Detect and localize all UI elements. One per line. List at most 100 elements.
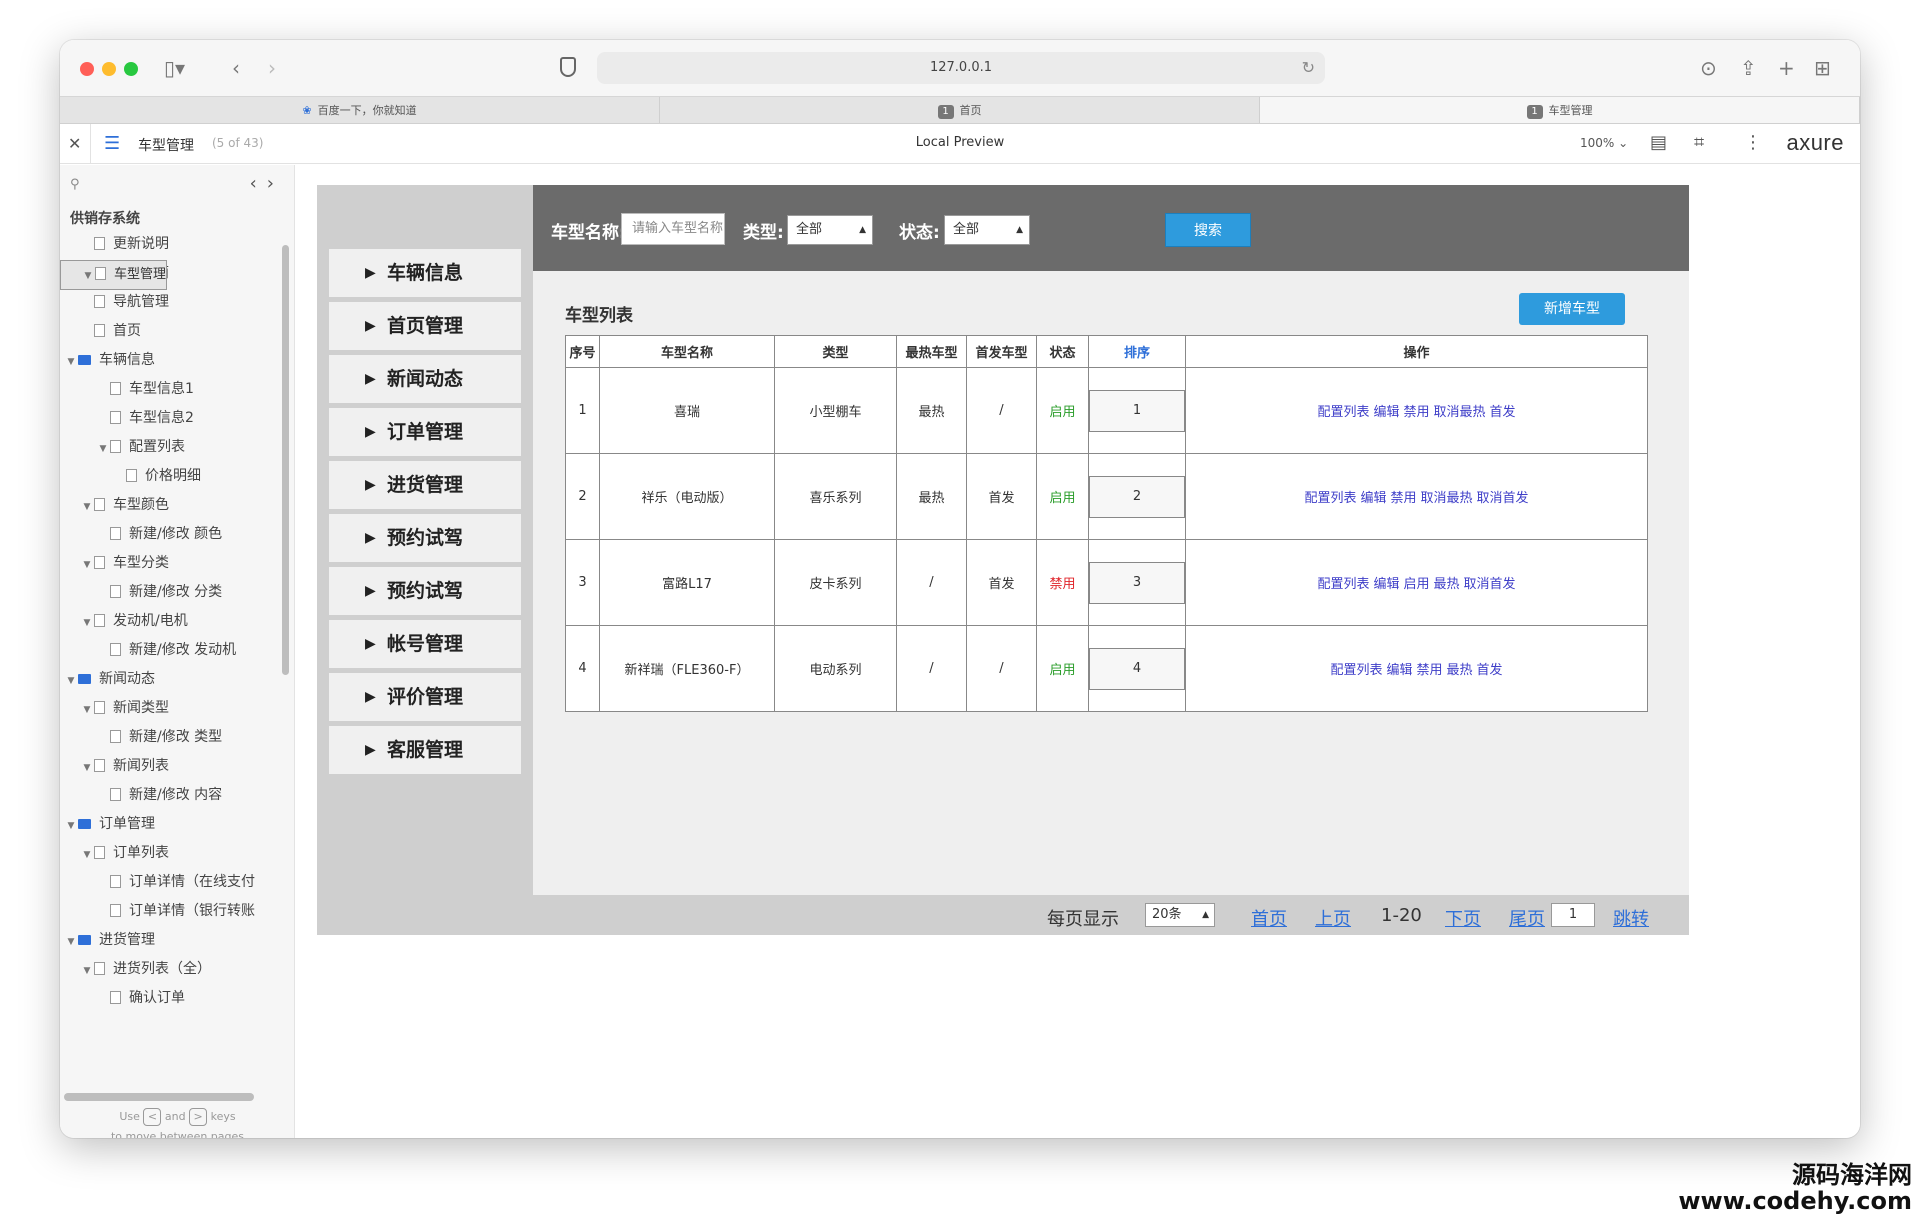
- tab-model-management[interactable]: 1 车型管理: [1260, 97, 1860, 123]
- zoom-window-button[interactable]: [124, 62, 138, 76]
- expand-arrow-icon[interactable]: ▼: [80, 609, 94, 636]
- expand-arrow-icon[interactable]: ▼: [64, 812, 78, 839]
- tree-item[interactable]: 车型信息1: [60, 375, 278, 404]
- nav-item[interactable]: 进货管理: [329, 461, 521, 509]
- per-page-select[interactable]: 20条 ▲: [1145, 903, 1215, 927]
- prev-page-icon[interactable]: ‹: [250, 173, 267, 194]
- back-icon[interactable]: ‹: [232, 56, 240, 80]
- row-action-link[interactable]: 配置列表: [1317, 405, 1369, 420]
- tree-item[interactable]: ▼ 配置列表: [60, 433, 278, 462]
- status-select[interactable]: 全部 ▲: [944, 215, 1030, 245]
- address-bar[interactable]: 127.0.0.1 ↻: [597, 52, 1325, 84]
- row-action-link[interactable]: 最热: [1447, 663, 1473, 678]
- tree-item[interactable]: ▼ 新闻动态: [60, 665, 278, 694]
- tree-item[interactable]: ▼ 车型颜色: [60, 491, 278, 520]
- row-action-link[interactable]: 取消最热: [1434, 405, 1486, 420]
- expand-arrow-icon[interactable]: ▼: [64, 348, 78, 375]
- sort-input[interactable]: 4: [1089, 647, 1185, 690]
- header-sort[interactable]: 排序: [1088, 335, 1186, 368]
- prev-page-link[interactable]: 上页: [1315, 905, 1351, 931]
- sidebar-toggle-icon[interactable]: ▯▾: [164, 56, 185, 80]
- share-icon[interactable]: ⇪: [1740, 56, 1757, 80]
- expand-arrow-icon[interactable]: ▼: [96, 435, 110, 462]
- row-action-link[interactable]: 配置列表: [1317, 577, 1369, 592]
- download-icon[interactable]: ⊙: [1700, 56, 1717, 80]
- privacy-shield-icon[interactable]: [560, 57, 576, 77]
- row-action-link[interactable]: 首发: [1477, 663, 1503, 678]
- sort-input[interactable]: 2: [1089, 475, 1185, 518]
- tree-item[interactable]: 新建/修改 分类: [60, 578, 278, 607]
- row-action-link[interactable]: 编辑: [1373, 405, 1399, 420]
- nav-item[interactable]: 新闻动态: [329, 355, 521, 403]
- tab-baidu[interactable]: ❀ 百度一下，你就知道: [60, 97, 660, 123]
- row-action-link[interactable]: 取消首发: [1464, 577, 1516, 592]
- tree-item[interactable]: ▼ 订单列表: [60, 839, 278, 868]
- tree-item[interactable]: ▼ 进货列表（全）: [60, 955, 278, 984]
- notes-icon[interactable]: ▤: [1650, 132, 1667, 153]
- forward-icon[interactable]: ›: [268, 56, 276, 80]
- vertical-scrollbar[interactable]: [282, 245, 289, 675]
- nav-item[interactable]: 评价管理: [329, 673, 521, 721]
- next-page-icon[interactable]: ›: [267, 173, 284, 194]
- horizontal-scrollbar[interactable]: [64, 1093, 254, 1101]
- expand-arrow-icon[interactable]: ▼: [80, 754, 94, 781]
- model-name-input[interactable]: 请输入车型名称: [621, 213, 725, 245]
- tab-home[interactable]: 1 首页: [660, 97, 1260, 123]
- tree-item[interactable]: 新建/修改 内容: [60, 781, 278, 810]
- expand-arrow-icon[interactable]: ▼: [80, 957, 94, 984]
- more-icon[interactable]: ⋮: [1744, 132, 1762, 153]
- tree-item[interactable]: ▼ 车型管理: [60, 260, 168, 290]
- nav-item[interactable]: 首页管理: [329, 302, 521, 350]
- last-page-link[interactable]: 尾页: [1509, 905, 1545, 931]
- row-action-link[interactable]: 编辑: [1373, 577, 1399, 592]
- row-action-link[interactable]: 配置列表: [1304, 491, 1356, 506]
- expand-arrow-icon[interactable]: ▼: [64, 667, 78, 694]
- sort-input[interactable]: 3: [1089, 561, 1185, 604]
- tree-item[interactable]: ▼ 车型分类: [60, 549, 278, 578]
- row-action-link[interactable]: 禁用: [1403, 405, 1429, 420]
- page-number-input[interactable]: 1: [1551, 903, 1595, 927]
- search-button[interactable]: 搜索: [1165, 213, 1251, 247]
- tree-item[interactable]: 导航管理: [60, 288, 278, 317]
- tree-item[interactable]: 首页: [60, 317, 278, 346]
- row-action-link[interactable]: 禁用: [1390, 491, 1416, 506]
- row-action-link[interactable]: 编辑: [1386, 663, 1412, 678]
- type-select[interactable]: 全部 ▲: [787, 215, 873, 245]
- close-window-button[interactable]: [80, 62, 94, 76]
- nav-item[interactable]: 预约试驾: [329, 514, 521, 562]
- tree-item[interactable]: 新建/修改 颜色: [60, 520, 278, 549]
- tree-item[interactable]: ▼ 进货管理: [60, 926, 278, 955]
- row-action-link[interactable]: 取消最热: [1421, 491, 1473, 506]
- tree-item[interactable]: ▼ 车辆信息: [60, 346, 278, 375]
- nav-item[interactable]: 车辆信息: [329, 249, 521, 297]
- first-page-link[interactable]: 首页: [1251, 905, 1287, 931]
- tree-item[interactable]: ▼ 订单管理: [60, 810, 278, 839]
- tree-item[interactable]: 价格明细: [60, 462, 278, 491]
- tree-item[interactable]: 确认订单: [60, 984, 278, 1013]
- reload-icon[interactable]: ↻: [1302, 52, 1315, 84]
- expand-arrow-icon[interactable]: ▼: [80, 841, 94, 868]
- zoom-select[interactable]: 100% ⌄: [1580, 136, 1628, 150]
- expand-arrow-icon[interactable]: ▼: [80, 696, 94, 723]
- tree-item[interactable]: ▼ 发动机/电机: [60, 607, 278, 636]
- row-action-link[interactable]: 取消首发: [1477, 491, 1529, 506]
- row-action-link[interactable]: 首发: [1490, 405, 1516, 420]
- nav-item[interactable]: 预约试驾: [329, 567, 521, 615]
- nav-item[interactable]: 客服管理: [329, 726, 521, 774]
- tree-item[interactable]: 新建/修改 类型: [60, 723, 278, 752]
- tree-item[interactable]: 更新说明: [60, 230, 278, 259]
- sort-input[interactable]: 1: [1089, 389, 1185, 432]
- row-action-link[interactable]: 禁用: [1416, 663, 1442, 678]
- row-action-link[interactable]: 启用: [1403, 577, 1429, 592]
- tree-item[interactable]: 新建/修改 发动机: [60, 636, 278, 665]
- inspect-icon[interactable]: ⌗: [1694, 132, 1704, 153]
- row-action-link[interactable]: 编辑: [1360, 491, 1386, 506]
- next-page-link[interactable]: 下页: [1445, 905, 1481, 931]
- new-tab-icon[interactable]: +: [1778, 56, 1795, 80]
- row-action-link[interactable]: 最热: [1434, 577, 1460, 592]
- expand-arrow-icon[interactable]: ▼: [80, 551, 94, 578]
- expand-arrow-icon[interactable]: ▼: [80, 493, 94, 520]
- tree-item[interactable]: ▼ 新闻列表: [60, 752, 278, 781]
- add-model-button[interactable]: 新增车型: [1519, 293, 1625, 325]
- expand-arrow-icon[interactable]: ▼: [81, 262, 95, 289]
